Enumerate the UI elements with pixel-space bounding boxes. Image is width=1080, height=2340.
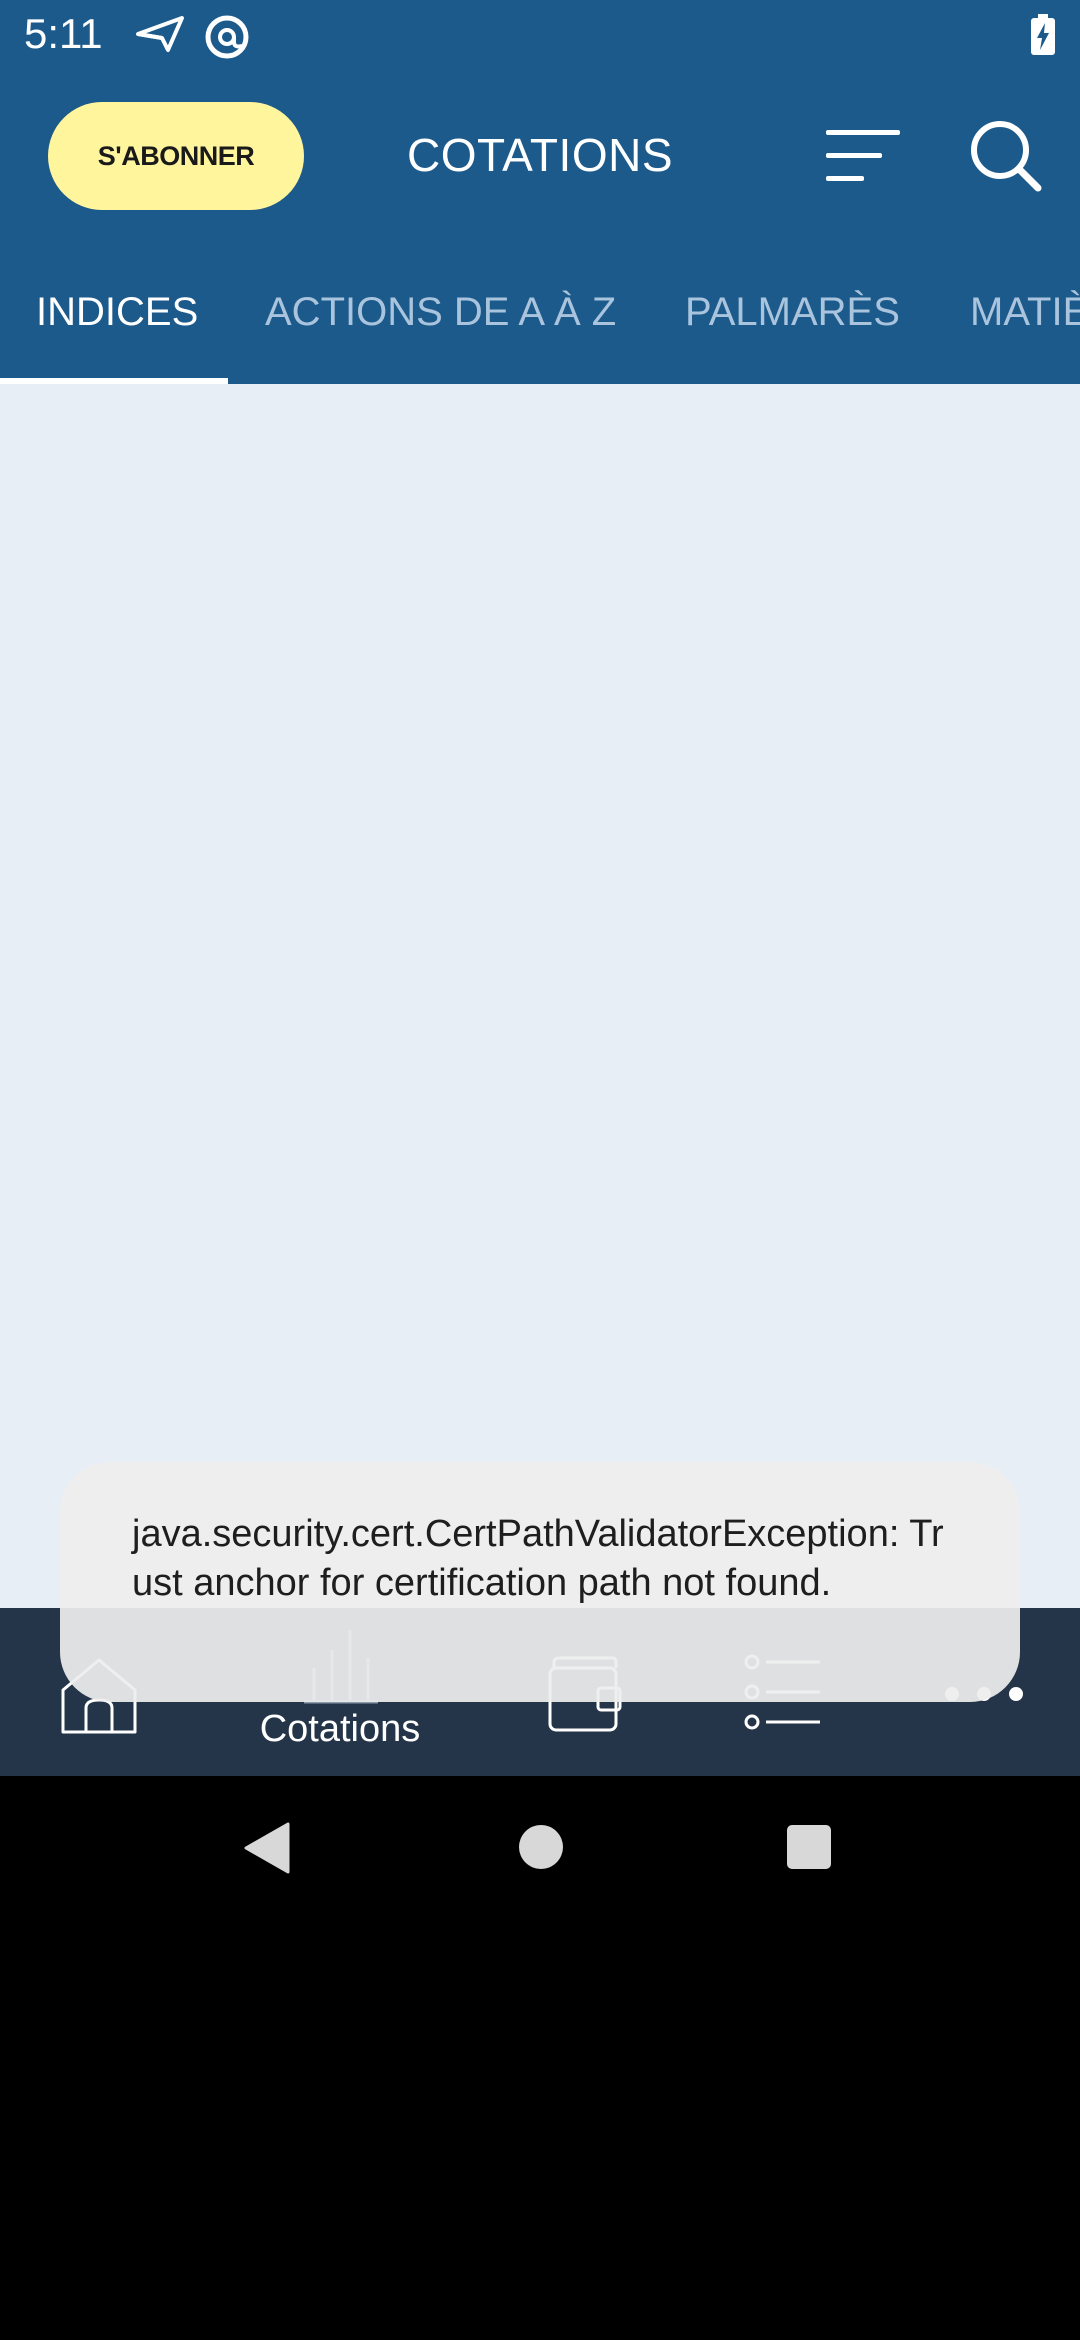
phone-screen: 5:11 S'ABONNER COTATIONS INDICES ACTIONS… [0, 0, 1080, 2340]
status-time: 5:11 [24, 10, 103, 57]
tab-bar: INDICES ACTIONS DE A À Z PALMARÈS MATIÈ [0, 240, 1080, 384]
filter-icon[interactable] [826, 128, 902, 189]
tab-matieres[interactable]: MATIÈ [970, 290, 1080, 335]
back-icon[interactable] [244, 1822, 290, 1879]
status-bar: 5:11 [0, 0, 1080, 72]
system-navigation-bar [0, 1776, 1080, 1920]
app-bar: S'ABONNER COTATIONS [0, 72, 1080, 240]
recents-icon[interactable] [786, 1824, 832, 1875]
tab-actions-a-z[interactable]: ACTIONS DE A À Z [265, 290, 616, 335]
send-icon [136, 14, 186, 59]
toast-message: java.security.cert.CertPathValidatorExce… [60, 1462, 1020, 1702]
search-icon[interactable] [968, 118, 1044, 199]
content-area [0, 384, 1080, 1608]
at-sign-icon [204, 14, 250, 65]
tab-indices[interactable]: INDICES [36, 290, 198, 335]
battery-charging-icon [1030, 14, 1056, 61]
tab-palmares[interactable]: PALMARÈS [685, 290, 900, 335]
nav-label-cotations[interactable]: Cotations [250, 1708, 430, 1751]
page-title: COTATIONS [406, 129, 673, 181]
home-button-icon[interactable] [518, 1824, 564, 1875]
subscribe-button[interactable]: S'ABONNER [48, 102, 304, 210]
